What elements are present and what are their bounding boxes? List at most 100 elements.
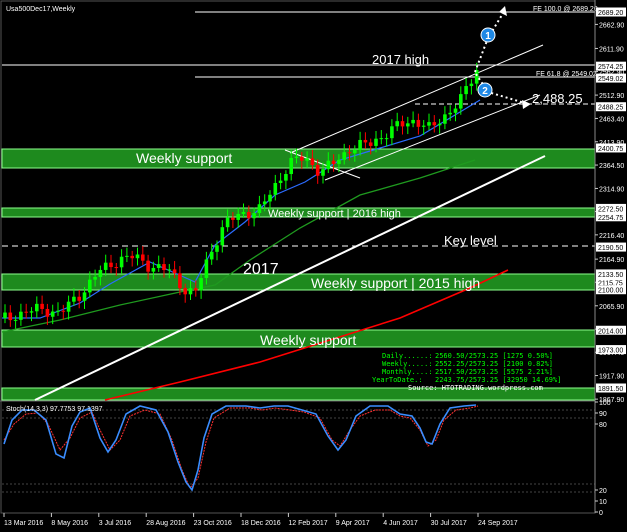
candle-body	[40, 303, 44, 309]
candle-body	[284, 174, 288, 181]
candle-body	[93, 276, 97, 280]
candle-body	[167, 269, 172, 271]
candle-body	[225, 217, 230, 228]
chart-frame	[0, 0, 596, 514]
candle-body	[119, 256, 124, 268]
candle-body	[19, 311, 23, 320]
time-tick-label: 13 Mar 2016	[4, 520, 43, 527]
candle-body	[262, 201, 267, 205]
annotations: FE 100.0 @ 2689.20 2017 high FE 61.8 @ 2…	[6, 6, 598, 348]
candle-body	[45, 308, 50, 317]
candle-body	[326, 160, 331, 170]
price-marker-label: 2689.20	[598, 10, 623, 17]
candle-body	[268, 194, 272, 202]
price-tick-label: 2611.90	[599, 46, 624, 53]
candle-body	[289, 157, 293, 175]
candle-body	[331, 160, 336, 165]
stoch-tick-label: 10	[599, 499, 607, 506]
candle-body	[156, 264, 161, 268]
info-weekly-label: Weekly.....:	[382, 360, 433, 368]
candle-body	[204, 259, 209, 279]
stoch-tick-label: 90	[599, 411, 607, 418]
candle-body	[209, 251, 214, 260]
chart-window[interactable]: 1 2 FE 100.0 @ 2689.20 2017 high FE 61.8…	[0, 0, 627, 532]
price-marker-label: 2400.75	[598, 146, 623, 153]
arrowhead-down-icon	[522, 100, 531, 109]
time-tick-label: 23 Oct 2016	[194, 520, 232, 527]
candle-body	[61, 310, 66, 312]
candle-body	[188, 288, 193, 295]
candle-body	[443, 114, 447, 124]
time-tick-label: 18 Dec 2016	[241, 520, 281, 527]
candle-body	[162, 264, 166, 271]
candle-body	[82, 292, 87, 301]
candle-body	[130, 255, 134, 259]
info-ytd-label: YearToDate.:	[372, 376, 423, 384]
zone-weekly-support-top	[1, 148, 596, 169]
price-tick-label: 2216.40	[599, 233, 624, 240]
weekly-support-2015-label: Weekly support | 2015 high	[311, 275, 480, 291]
price-tick-label: 2463.40	[599, 116, 624, 123]
time-tick-label: 9 Apr 2017	[336, 520, 370, 527]
stoch-axis: 100908020100	[595, 400, 611, 517]
price-marker-label: 1891.50	[598, 386, 623, 393]
chart-canvas[interactable]: 1 2 FE 100.0 @ 2689.20 2017 high FE 61.8…	[0, 0, 627, 532]
candle-body	[236, 213, 240, 220]
candle-body	[56, 310, 60, 312]
candle-body	[109, 262, 113, 268]
fe100-label: FE 100.0 @ 2689.20	[533, 6, 598, 13]
candle-body	[342, 152, 346, 160]
high-2017-label: 2017 high	[372, 52, 429, 67]
candle-body	[294, 156, 299, 158]
time-tick-label: 28 Aug 2016	[146, 520, 185, 527]
info-box: Daily......: 2560.50/2573.25 [1275 0.50%…	[372, 352, 561, 392]
candle-body	[215, 245, 219, 252]
candle-body	[353, 150, 357, 154]
candle-body	[151, 267, 156, 272]
candle-body	[257, 204, 262, 214]
candle-body	[315, 164, 320, 176]
fe618-label: FE 61.8 @ 2549.02	[536, 71, 597, 78]
candle-body	[300, 156, 304, 161]
candle-body	[358, 139, 362, 151]
candle-body	[321, 169, 325, 176]
candle-body	[98, 269, 103, 277]
candle-body	[464, 86, 468, 95]
info-ytd-value: 2243.75/2573.25 [32950 14.69%]	[435, 376, 561, 384]
candle-body	[114, 267, 119, 269]
stoch-tick-label: 0	[599, 510, 603, 517]
price-tick-label: 2512.90	[599, 93, 624, 100]
info-daily-value: 2560.50/2573.25 [1275 0.50%]	[435, 352, 553, 360]
price-marker-label: 2190.50	[598, 245, 623, 252]
candle-body	[135, 254, 140, 259]
price-marker-label: 2014.00	[598, 328, 623, 335]
candle-body	[379, 138, 384, 140]
info-monthly-value: 2517.50/2573.25 [5575 2.21%]	[435, 368, 553, 376]
price-marker-label: 2254.75	[598, 215, 623, 222]
candle-body	[448, 112, 452, 115]
candle-body	[178, 273, 182, 289]
candle-body	[35, 303, 39, 312]
candle-body	[252, 213, 256, 219]
candle-body	[459, 94, 463, 109]
stoch-tick-label: 100	[599, 400, 611, 407]
weekly-support-2016-label: Weekly support | 2016 high	[268, 208, 401, 220]
price-tick-label: 2314.90	[599, 186, 624, 193]
candle-body	[368, 142, 373, 146]
projection-arrows: 1 2	[474, 6, 531, 109]
candle-body	[29, 311, 34, 313]
candle-body	[469, 83, 474, 87]
candle-body	[183, 288, 187, 295]
candle-body	[146, 260, 150, 272]
price-marker-label: 1973.00	[598, 348, 623, 355]
candle-body	[103, 262, 108, 270]
candle-body	[273, 182, 278, 195]
candle-body	[395, 121, 399, 127]
candle-body	[13, 319, 18, 321]
stoch-tick-label: 20	[599, 488, 607, 495]
candle-body	[231, 217, 235, 220]
wave-1-label: 1	[485, 31, 491, 42]
price-marker-label: 2100.00	[598, 288, 623, 295]
weekly-support-label-3: Weekly support	[260, 332, 356, 348]
candle-body	[241, 211, 246, 214]
